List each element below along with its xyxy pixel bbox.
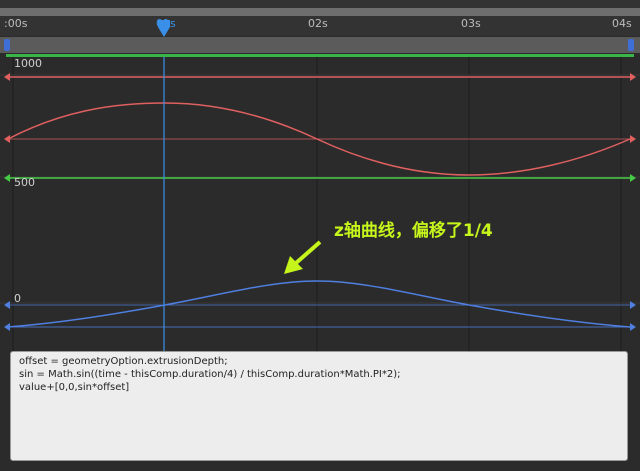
- work-area-bar[interactable]: [0, 37, 640, 53]
- value-label: 0: [14, 292, 21, 305]
- expression-line[interactable]: sin = Math.sin((time - thisComp.duration…: [19, 368, 619, 381]
- tick-label: :00s: [4, 17, 28, 30]
- value-label: 1000: [14, 57, 42, 70]
- time-navigator-bar[interactable]: [0, 8, 640, 16]
- annotation-arrow-icon: [284, 240, 322, 274]
- work-area-start-handle[interactable]: [4, 39, 10, 51]
- time-ruler[interactable]: :00s 01s 02s 03s 04s: [0, 0, 640, 36]
- graph-editor[interactable]: [0, 57, 640, 351]
- work-area-end-handle[interactable]: [628, 39, 634, 51]
- tick-label: 03s: [461, 17, 481, 30]
- expression-line[interactable]: value+[0,0,sin*offset]: [19, 381, 619, 394]
- expression-line[interactable]: offset = geometryOption.extrusionDepth;: [19, 355, 619, 368]
- playhead-icon[interactable]: [157, 18, 171, 38]
- annotation-text: z轴曲线，偏移了1/4: [334, 221, 493, 241]
- tick-label: 02s: [308, 17, 328, 30]
- expression-editor[interactable]: offset = geometryOption.extrusionDepth; …: [10, 351, 628, 461]
- tick-label: 04s: [612, 17, 632, 30]
- z-curve[interactable]: [7, 280, 631, 328]
- value-label: 500: [14, 176, 35, 189]
